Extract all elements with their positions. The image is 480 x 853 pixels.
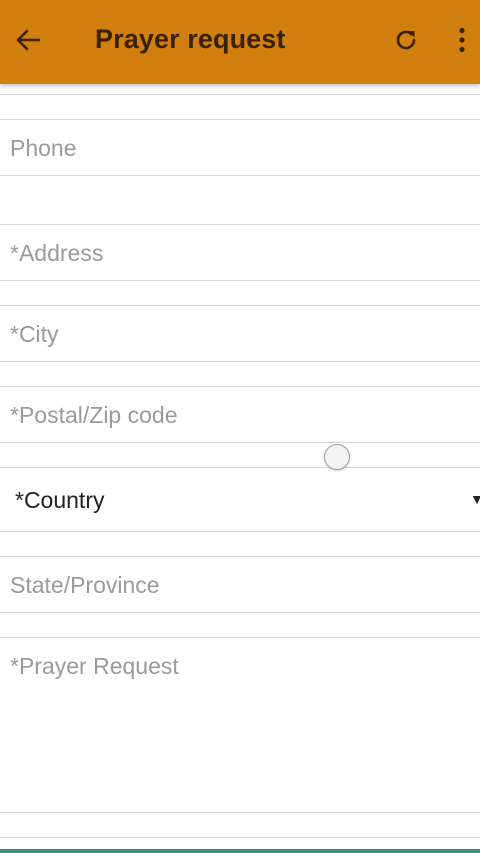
divider: [0, 556, 480, 557]
divider: [0, 442, 480, 443]
divider: [0, 119, 480, 120]
state-province-field[interactable]: [0, 558, 480, 612]
country-select[interactable]: *Country ▼: [0, 470, 480, 530]
divider: [0, 837, 480, 838]
arrow-left-icon: [15, 28, 41, 57]
divider: [0, 305, 480, 306]
divider: [0, 175, 480, 176]
postal-code-field[interactable]: [0, 388, 480, 442]
divider: [0, 386, 480, 387]
prayer-request-screen: Prayer request Phone *Address *City *Pos…: [0, 0, 480, 853]
prayer-request-field[interactable]: [0, 639, 480, 811]
city-field[interactable]: [0, 307, 480, 361]
country-select-label: *Country: [15, 487, 105, 513]
divider: [0, 361, 480, 362]
dropdown-arrow-icon: ▼: [470, 491, 480, 507]
divider: [0, 224, 480, 225]
divider: [0, 94, 480, 95]
app-bar: Prayer request: [0, 0, 480, 84]
divider: [0, 612, 480, 613]
page-title: Prayer request: [95, 24, 286, 54]
overflow-menu-button[interactable]: [444, 18, 480, 66]
refresh-button[interactable]: [384, 18, 428, 66]
divider: [0, 812, 480, 813]
divider: [0, 280, 480, 281]
divider: [0, 637, 480, 638]
phone-field[interactable]: [0, 121, 480, 175]
more-vert-icon: [458, 27, 466, 58]
fast-scroll-handle[interactable]: [324, 444, 350, 470]
divider: [0, 531, 480, 532]
bottom-strip: [0, 849, 480, 853]
address-field[interactable]: [0, 226, 480, 280]
refresh-icon: [393, 27, 419, 58]
divider: [0, 467, 480, 468]
back-button[interactable]: [6, 18, 50, 66]
